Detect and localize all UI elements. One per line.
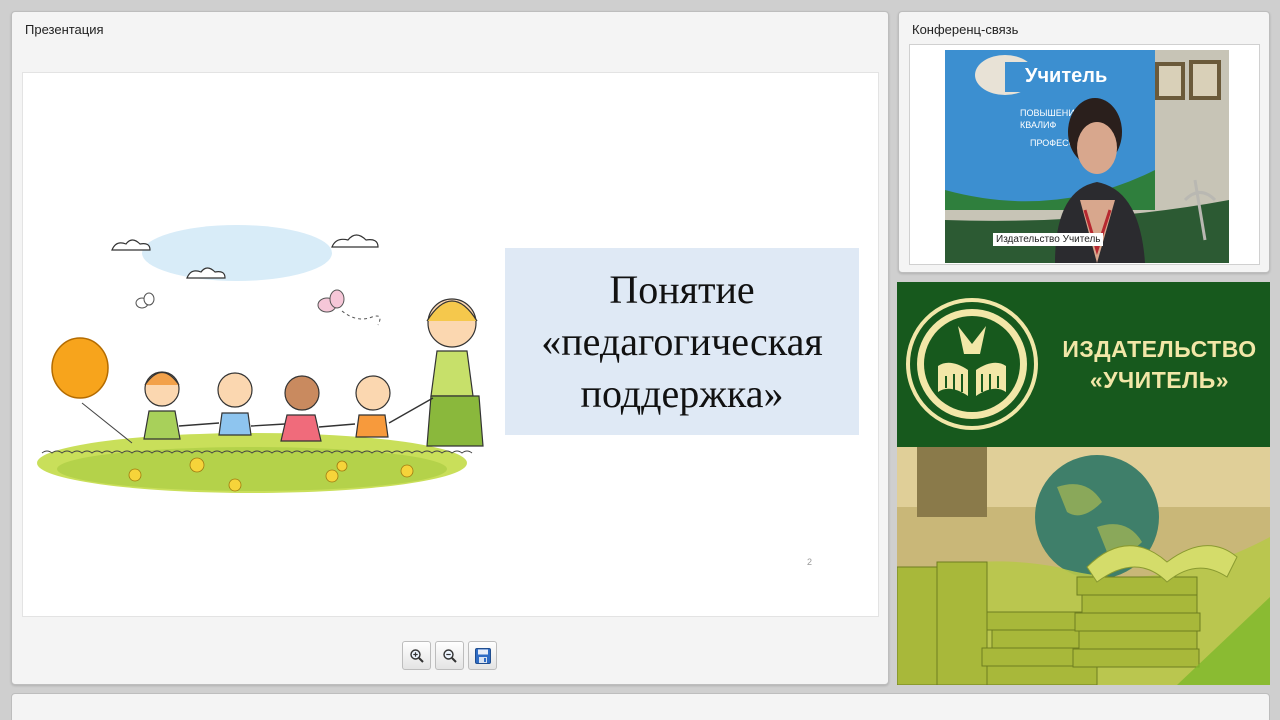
video-participant-label: Издательство Учитель — [993, 233, 1104, 246]
presentation-slide: Понятие «педагогическая поддержка» 2 — [22, 72, 879, 617]
zoom-in-button[interactable] — [402, 641, 431, 670]
video-frame: Учитель ПОВЫШЕНИЕ КВАЛИФ ПРОФЕСС Издател… — [909, 44, 1260, 265]
books-globe-image — [897, 447, 1270, 685]
conference-panel: Конференц-связь Учитель ПОВЫШЕНИЕ КВАЛИФ… — [898, 11, 1270, 273]
zoom-out-button[interactable] — [435, 641, 464, 670]
bottom-panel — [11, 693, 1270, 720]
svg-text:КВАЛИФ: КВАЛИФ — [1020, 120, 1057, 130]
presentation-panel-title: Презентация — [25, 22, 104, 37]
publisher-name: ИЗДАТЕЛЬСТВО «УЧИТЕЛЬ» — [1062, 336, 1257, 393]
slide-title-box: Понятие «педагогическая поддержка» — [505, 248, 859, 435]
video-feed[interactable]: Учитель ПОВЫШЕНИЕ КВАЛИФ ПРОФЕСС — [945, 50, 1229, 263]
slide-title: Понятие «педагогическая поддержка» — [541, 266, 823, 416]
slide-number: 2 — [807, 557, 813, 567]
zoom-out-icon — [442, 648, 457, 663]
svg-text:Учитель: Учитель — [1025, 65, 1107, 87]
save-button[interactable] — [468, 641, 497, 670]
save-icon — [474, 647, 491, 664]
presentation-toolbar — [402, 641, 497, 670]
publisher-logo — [906, 298, 1038, 430]
children-teacher-illustration — [37, 225, 484, 493]
publisher-banner: ИЗДАТЕЛЬСТВО «УЧИТЕЛЬ» — [897, 282, 1270, 447]
presentation-panel: Презентация Понятие «педагогическая подд… — [11, 11, 889, 685]
conference-panel-title: Конференц-связь — [912, 22, 1019, 37]
zoom-in-icon — [409, 648, 424, 663]
